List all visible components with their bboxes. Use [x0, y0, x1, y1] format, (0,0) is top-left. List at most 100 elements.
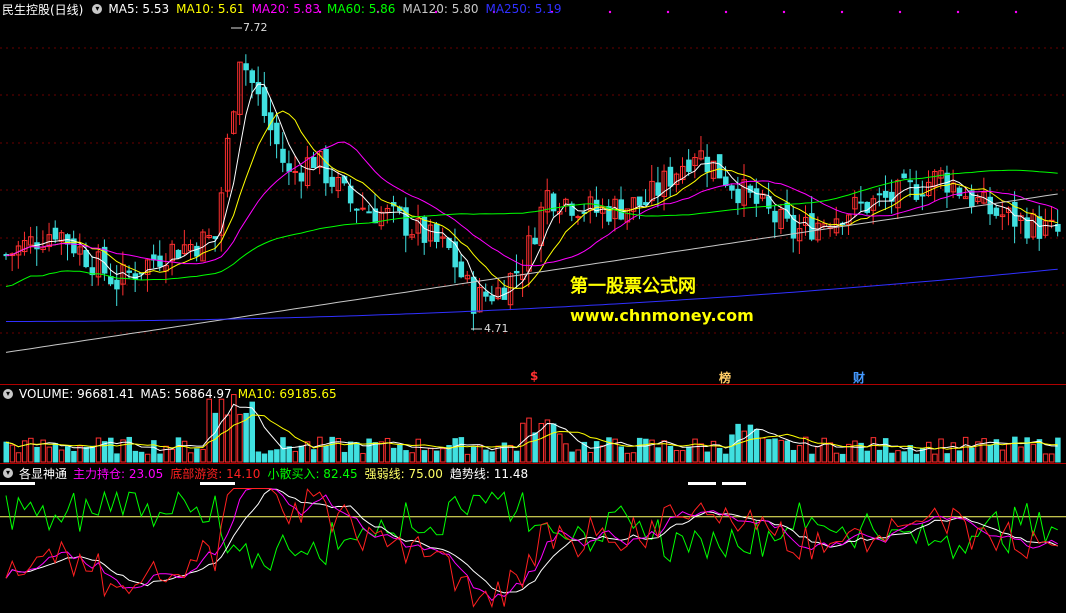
candle-body [366, 211, 372, 214]
volume-bar [643, 438, 649, 463]
volume-bar [157, 453, 163, 463]
volume-ma10: MA10: 69185.65 [237, 387, 337, 401]
volume-bar [673, 449, 680, 463]
flag-dollar[interactable]: $ [530, 369, 538, 383]
volume-bar [286, 446, 292, 463]
volume-bar [372, 442, 378, 463]
volume-bar [200, 448, 206, 463]
volume-bar [636, 437, 643, 463]
volume-bar [255, 451, 262, 463]
volume-bar [458, 437, 465, 463]
volume-bar [962, 436, 969, 463]
volume-bar [120, 439, 126, 463]
ma-legend-item: MA5: 5.53 [108, 2, 170, 16]
volume-value: VOLUME: 96681.41 [19, 387, 135, 401]
volume-bar [163, 445, 169, 463]
volume-bar [292, 450, 299, 463]
candle-body [280, 148, 286, 163]
volume-bar [52, 443, 59, 463]
indicator-chart[interactable] [0, 464, 1066, 613]
candle-body [194, 245, 200, 257]
volume-header: ▾ VOLUME: 96681.41 MA5: 56864.97 MA10: 6… [0, 385, 343, 403]
candle-body [655, 182, 661, 196]
volume-bar [218, 398, 225, 463]
candle-body [126, 270, 132, 273]
ma-legend-item: MA60: 5.86 [327, 2, 396, 16]
volume-bar [421, 450, 428, 463]
volume-bar [981, 438, 987, 463]
volume-bar [655, 447, 661, 463]
candle-body [311, 156, 317, 169]
settings-dropdown-icon[interactable]: ▾ [92, 4, 103, 14]
candle-body [772, 210, 778, 223]
volume-bar [181, 440, 188, 463]
ma-legend: MA5: 5.53 MA10: 5.61 MA20: 5.83 MA60: 5.86 M… [108, 2, 568, 16]
indicator-dropdown-icon[interactable]: ▾ [3, 468, 13, 478]
candle-body [483, 291, 489, 297]
indicator-legend-item: 主力持仓: 23.05 [73, 466, 164, 481]
volume-bar [397, 444, 403, 463]
volume-bar [759, 437, 766, 463]
volume-panel[interactable]: ▾ VOLUME: 96681.41 MA5: 56864.97 MA10: 6… [0, 385, 1066, 463]
volume-bar [784, 440, 791, 463]
volume-bar [65, 446, 71, 463]
candle-body [360, 207, 366, 210]
candle-body [901, 173, 907, 179]
volume-bar [741, 430, 747, 463]
volume-bar [341, 451, 348, 463]
volume-bar [267, 450, 274, 463]
volume-bar [169, 448, 176, 463]
price-panel[interactable]: 民生控股(日线) ▾ MA5: 5.53 MA10: 5.61 MA20: 5.83… [0, 0, 1066, 385]
volume-bar [34, 446, 40, 463]
top-dot [782, 10, 786, 14]
high-price-label: 7.72 [243, 21, 268, 34]
candle-body [735, 188, 741, 204]
ma-legend-item: MA120: 5.80 [402, 2, 479, 16]
candle-body [52, 227, 59, 240]
indicator-legend-item: 小散买入: 82.45 [267, 466, 358, 481]
volume-bar [409, 452, 415, 463]
volume-bar [403, 450, 409, 463]
candle-body [1036, 216, 1043, 239]
volume-bar [360, 452, 366, 463]
volume-bar [587, 451, 594, 463]
volume-dropdown-icon[interactable]: ▾ [3, 389, 13, 399]
volume-bar [772, 438, 778, 463]
volume-bar [969, 447, 975, 463]
volume-bar [606, 437, 612, 463]
indicator-legend-item: 趋势线: 11.48 [449, 466, 529, 481]
volume-bar [569, 451, 575, 463]
indicator-legend: 主力持仓: 23.05 底部游资: 14.10 小散买入: 82.45 强弱线: 75… [73, 465, 535, 482]
candle-body [919, 194, 926, 197]
volume-bar [526, 417, 532, 463]
volume-bar [950, 442, 957, 463]
candle-body [636, 196, 643, 206]
ma250-line [6, 268, 1058, 322]
volume-bar [329, 436, 335, 463]
volume-bar [175, 437, 182, 463]
volume-bar [852, 440, 858, 463]
candle-body [889, 191, 895, 202]
price-chart[interactable] [0, 0, 1066, 384]
stock-title: 民生控股(日线) [2, 2, 84, 17]
volume-bar [298, 445, 305, 463]
volume-bar [550, 423, 557, 463]
volume-bar [108, 437, 114, 463]
volume-bar [532, 432, 538, 463]
volume-bar [274, 449, 280, 463]
volume-bar [1012, 436, 1018, 463]
candle-body [667, 166, 674, 187]
top-dot [898, 10, 902, 14]
top-dot [1014, 10, 1018, 14]
volume-bar [956, 450, 963, 463]
volume-bar [71, 450, 77, 463]
volume-bar [58, 449, 65, 463]
volume-bar [427, 447, 434, 463]
volume-bar [317, 436, 323, 463]
volume-bar [944, 453, 950, 463]
volume-bar [999, 449, 1006, 463]
ma-legend-item: MA10: 5.61 [176, 2, 245, 16]
signal-bar [722, 482, 746, 485]
volume-bar [864, 450, 870, 463]
indicator-panel[interactable]: ▾ 各显神通 主力持仓: 23.05 底部游资: 14.10 小散买入: 82.45… [0, 464, 1066, 613]
